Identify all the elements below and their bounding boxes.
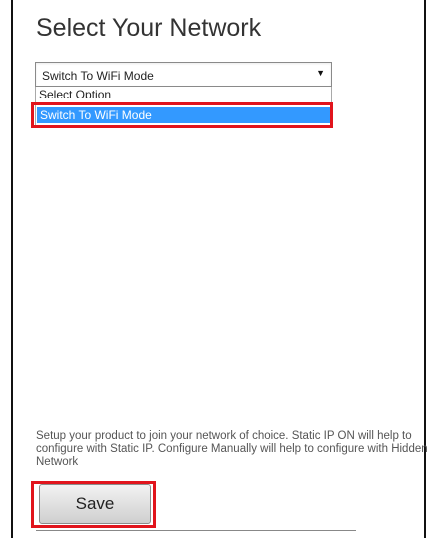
network-setup-panel: Select Your Network Switch To WiFi Mode … — [0, 0, 427, 538]
bottom-divider — [36, 530, 356, 531]
network-select[interactable]: Switch To WiFi Mode ▼ — [35, 62, 332, 87]
page-title: Select Your Network — [36, 14, 262, 42]
network-select-value: Switch To WiFi Mode — [42, 69, 154, 83]
save-highlight-box — [31, 481, 156, 528]
help-text: Setup your product to join your network … — [36, 430, 427, 468]
option-highlight-box — [31, 102, 333, 128]
dropdown-arrow-icon[interactable]: ▼ — [316, 68, 325, 78]
left-border-line — [11, 0, 13, 538]
option-select-option[interactable]: Select Option — [39, 90, 111, 98]
